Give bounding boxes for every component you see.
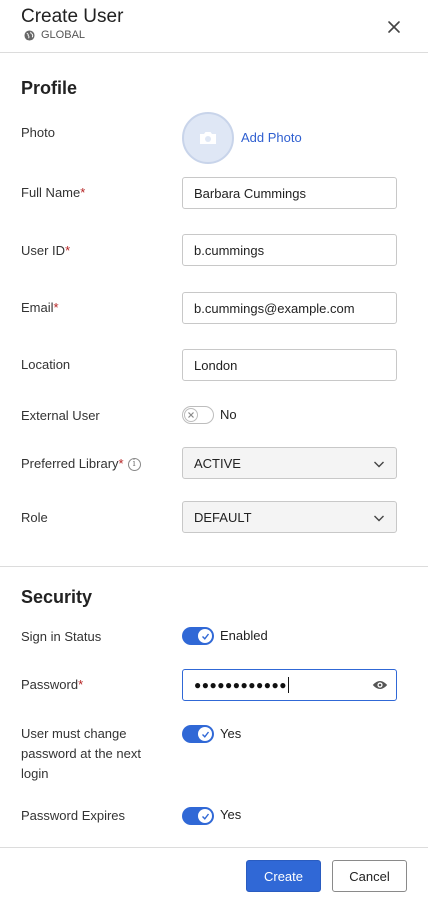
must-change-password-toggle[interactable] [182,725,214,743]
user-id-label: User ID* [21,241,70,261]
globe-icon [24,29,35,41]
sign-in-status-label: Sign in Status [21,629,102,644]
toggle-knob [198,809,212,823]
password-expires-toggle[interactable] [182,807,214,825]
password-value: ●●●●●●●●●●●● [194,678,287,692]
location-field[interactable]: London [182,349,397,381]
scope-indicator: GLOBAL [24,29,85,41]
add-photo-link[interactable]: Add Photo [241,130,302,145]
photo-upload[interactable] [182,112,234,164]
x-icon [188,412,194,418]
full-name-label-text: Full Name [21,185,81,200]
email-label-text: Email [21,300,54,315]
must-change-password-state: Yes [220,726,242,741]
preferred-library-select[interactable]: ACTIVE [182,447,397,479]
preferred-library-label: Preferred Library* i [21,454,141,474]
chevron-down-icon [374,461,384,468]
password-field[interactable]: ●●●●●●●●●●●● [182,669,397,701]
cancel-button[interactable]: Cancel [332,860,407,892]
preferred-library-value: ACTIVE [194,455,241,471]
sign-in-status-toggle[interactable] [182,627,214,645]
dialog-header: Create User GLOBAL [0,0,428,53]
eye-icon[interactable] [372,679,388,691]
check-icon [201,633,209,640]
external-user-label: External User [21,408,100,423]
user-id-label-text: User ID [21,243,66,258]
check-icon [201,731,209,738]
toggle-knob [184,408,198,422]
password-label: Password* [21,675,83,695]
email-value: b.cummings@example.com [194,300,355,316]
scope-label: GLOBAL [41,29,86,41]
user-id-value: b.cummings [194,242,265,258]
preferred-library-label-text: Preferred Library [21,456,119,471]
email-field[interactable]: b.cummings@example.com [182,292,397,324]
user-id-field[interactable]: b.cummings [182,234,397,266]
location-value: London [194,357,238,373]
section-divider [0,566,428,567]
password-expires-label: Password Expires [21,808,126,823]
required-marker: * [78,677,84,692]
sign-in-status-state: Enabled [220,628,268,643]
role-value: DEFAULT [194,509,252,525]
password-expires-state: Yes [220,807,242,822]
security-section-title: Security [21,587,93,607]
required-marker: * [80,185,86,200]
chevron-down-icon [374,515,384,522]
dialog-title: Create User [21,6,124,27]
full-name-label: Full Name* [21,183,85,203]
external-user-toggle[interactable] [182,406,214,424]
external-user-state: No [220,407,237,422]
password-label-text: Password [21,677,79,692]
close-icon[interactable] [385,18,403,36]
photo-label: Photo [21,125,55,140]
role-select[interactable]: DEFAULT [182,501,397,533]
required-marker: * [65,243,71,258]
toggle-knob [198,629,212,643]
info-icon[interactable]: i [127,458,141,472]
role-label: Role [21,510,48,525]
create-button[interactable]: Create [246,860,321,892]
camera-icon [200,132,216,144]
location-label: Location [21,357,71,372]
full-name-field[interactable]: Barbara Cummings [182,177,397,209]
required-marker: * [53,300,59,315]
email-label: Email* [21,298,59,318]
check-icon [201,813,209,820]
required-marker: * [118,456,124,471]
profile-section-title: Profile [21,78,78,98]
dialog-footer: Create Cancel [0,847,428,902]
text-cursor [287,677,289,693]
toggle-knob [198,727,212,741]
full-name-value: Barbara Cummings [194,185,306,201]
must-change-password-label: User must change password at the next lo… [21,726,141,781]
